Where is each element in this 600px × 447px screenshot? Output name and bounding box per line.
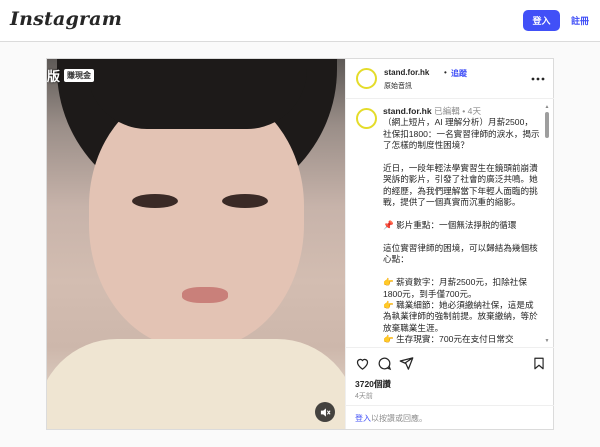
login-prompt-text: 以按讚或回應。 (371, 414, 427, 423)
overlay-char: 版 (47, 68, 61, 84)
caption-meta: 已編輯 • 4天 (431, 106, 482, 116)
login-to-comment-prompt: 登入以按讚或回應。 (346, 405, 554, 430)
post-video[interactable]: 版 賺現金 (47, 59, 345, 429)
share-icon[interactable] (399, 356, 415, 372)
top-navigation-bar: Instagram 登入 註冊 (0, 0, 600, 42)
caption-scrollbar[interactable]: ▲ ▼ (544, 104, 550, 344)
caption-username[interactable]: stand.for.hk (383, 106, 432, 116)
login-button[interactable]: 登入 (523, 10, 560, 31)
caption-avatar[interactable] (356, 108, 377, 129)
speaker-muted-icon (320, 407, 331, 417)
bookmark-icon[interactable] (532, 356, 548, 372)
post-card: 版 賺現金 stand.for.hk • 追蹤 原始音訊 stand.for.h… (46, 58, 554, 430)
original-audio-link[interactable]: 原始音訊 (384, 81, 412, 91)
scroll-up-arrow-icon[interactable]: ▲ (544, 104, 550, 110)
scroll-down-arrow-icon[interactable]: ▼ (544, 338, 550, 344)
mute-button[interactable] (315, 402, 335, 422)
scroll-thumb[interactable] (545, 112, 549, 138)
video-frame-sweater (47, 339, 345, 429)
overlay-badge: 賺現金 (64, 68, 95, 82)
like-count[interactable]: 3720個讚 (355, 378, 391, 390)
separator-dot: • (444, 68, 447, 77)
heart-icon[interactable] (355, 356, 371, 372)
video-frame-lips (182, 287, 228, 303)
post-username[interactable]: stand.for.hk (384, 68, 429, 77)
signup-link[interactable]: 註冊 (571, 14, 589, 27)
caption-body: （網上短片，AI 理解分析）月薪2500，社保扣1800：一名實習律師的淚水，揭… (383, 117, 540, 345)
post-header: stand.for.hk • 追蹤 原始音訊 (346, 59, 554, 99)
video-overlay-tag: 版 賺現金 (47, 67, 95, 84)
video-frame-bangs (87, 59, 307, 129)
more-options-icon[interactable] (531, 70, 545, 84)
post-actions: 3720個讚 4天前 登入以按讚或回應。 (346, 347, 554, 429)
comment-icon[interactable] (377, 356, 393, 372)
post-timestamp[interactable]: 4天前 (355, 391, 373, 401)
login-link[interactable]: 登入 (355, 414, 371, 423)
caption-text: stand.for.hk 已編輯 • 4天 （網上短片，AI 理解分析）月薪25… (383, 106, 540, 346)
post-side-panel: stand.for.hk • 追蹤 原始音訊 stand.for.hk 已編輯 … (345, 59, 554, 429)
video-frame-eye (132, 194, 178, 208)
follow-button[interactable]: 追蹤 (451, 68, 467, 79)
video-frame-eye (222, 194, 268, 208)
avatar[interactable] (356, 68, 377, 89)
instagram-logo[interactable]: Instagram (10, 8, 122, 30)
caption-area[interactable]: stand.for.hk 已編輯 • 4天 （網上短片，AI 理解分析）月薪25… (346, 100, 554, 347)
